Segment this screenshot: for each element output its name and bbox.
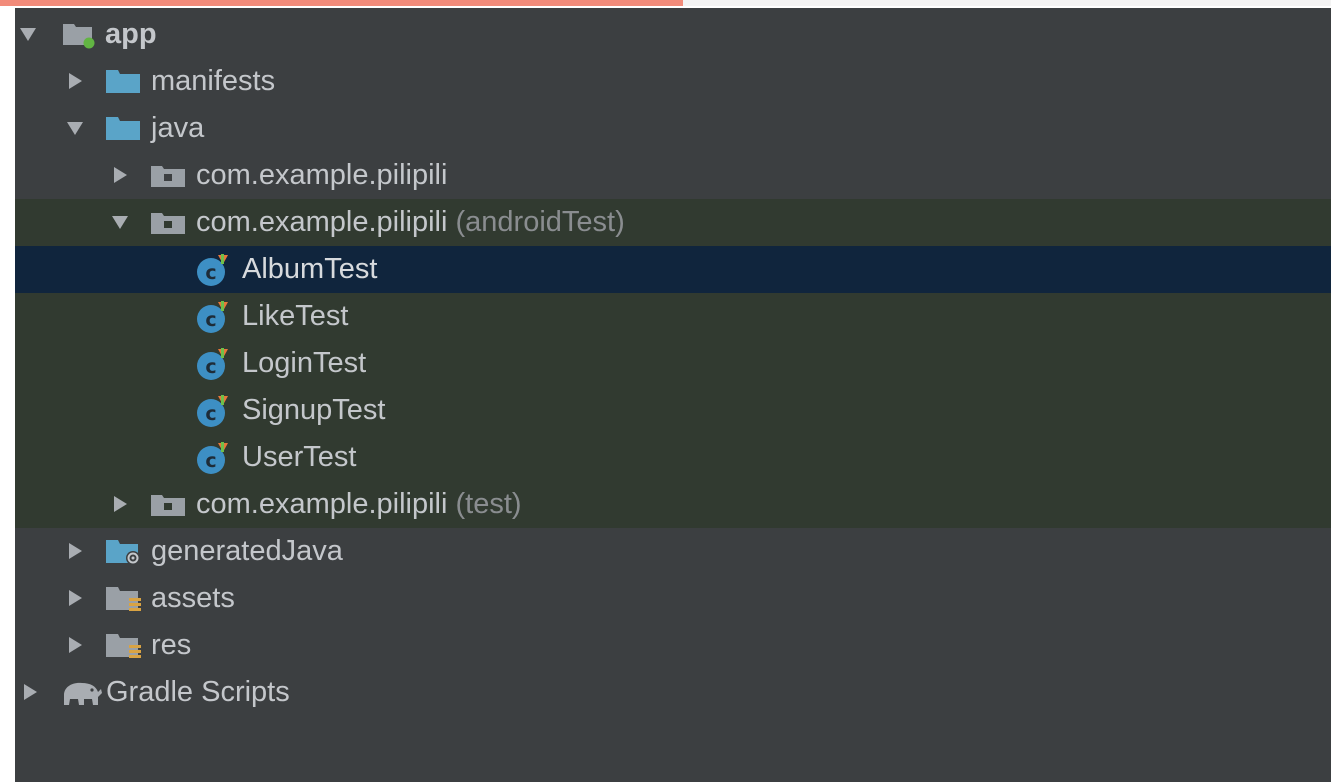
folder-icon (105, 113, 141, 143)
chevron-right-icon[interactable] (64, 634, 86, 656)
tree-node-package-test[interactable]: com.example.pilipili (test) (15, 481, 1331, 528)
tree-node-class-user-test[interactable]: c UserTest (15, 434, 1331, 481)
source-set-suffix: (androidTest) (455, 206, 625, 238)
tree-node-label: SignupTest (242, 394, 386, 426)
tree-node-label: generatedJava (151, 535, 343, 567)
gradle-elephant-icon (60, 677, 104, 709)
svg-text:c: c (205, 309, 216, 331)
tree-node-res[interactable]: res (15, 622, 1331, 669)
tree-node-label: UserTest (242, 441, 357, 473)
tree-node-label: Gradle Scripts (106, 676, 290, 708)
svg-text:c: c (205, 356, 216, 378)
test-class-icon: c (195, 253, 231, 287)
tree-node-label: res (151, 629, 192, 661)
tree-node-manifests[interactable]: manifests (15, 58, 1331, 105)
tree-node-label: AlbumTest (242, 253, 378, 285)
resource-folder-icon (105, 583, 143, 615)
tree-node-label: com.example.pilipili (androidTest) (196, 206, 625, 238)
tree-node-class-signup-test[interactable]: c SignupTest (15, 387, 1331, 434)
tree-node-label: assets (151, 582, 235, 614)
tree-node-label: LikeTest (242, 300, 349, 332)
svg-text:c: c (205, 403, 216, 425)
folder-icon (105, 66, 141, 96)
chevron-down-icon[interactable] (17, 23, 39, 45)
tree-node-app[interactable]: app (15, 11, 1331, 58)
test-class-icon: c (195, 300, 231, 334)
resource-folder-icon (105, 630, 143, 662)
chevron-right-icon[interactable] (64, 70, 86, 92)
package-icon (150, 208, 186, 236)
tree-node-generated-java[interactable]: generatedJava (15, 528, 1331, 575)
chevron-right-icon[interactable] (64, 587, 86, 609)
tree-node-gradle-scripts[interactable]: Gradle Scripts (15, 669, 1331, 716)
package-icon (150, 161, 186, 189)
svg-text:c: c (205, 262, 216, 284)
test-class-icon: c (195, 441, 231, 475)
tree-node-class-album-test[interactable]: c AlbumTest (15, 246, 1331, 293)
chevron-right-icon[interactable] (64, 540, 86, 562)
tree-node-label: java (151, 112, 205, 144)
svg-text:c: c (205, 450, 216, 472)
tree-node-label: LoginTest (242, 347, 367, 379)
tree-node-label: app (105, 18, 157, 50)
chevron-down-icon[interactable] (64, 117, 86, 139)
tree-node-package-android-test[interactable]: com.example.pilipili (androidTest) (15, 199, 1331, 246)
tree-node-java[interactable]: java (15, 105, 1331, 152)
top-accent-bar (0, 0, 683, 6)
tree-node-class-like-test[interactable]: c LikeTest (15, 293, 1331, 340)
test-class-icon: c (195, 394, 231, 428)
project-tree-panel: app manifests java com.example.pilipili (15, 8, 1331, 782)
chevron-right-icon[interactable] (19, 681, 41, 703)
chevron-down-icon[interactable] (109, 211, 131, 233)
tree-node-label: manifests (151, 65, 276, 97)
tree-node-package-main[interactable]: com.example.pilipili (15, 152, 1331, 199)
chevron-right-icon[interactable] (109, 164, 131, 186)
chevron-right-icon[interactable] (109, 493, 131, 515)
source-set-suffix: (test) (455, 488, 522, 520)
generated-folder-icon (105, 536, 143, 566)
tree-node-assets[interactable]: assets (15, 575, 1331, 622)
test-class-icon: c (195, 347, 231, 381)
tree-node-class-login-test[interactable]: c LoginTest (15, 340, 1331, 387)
top-bar-background (683, 0, 1331, 6)
package-icon (150, 490, 186, 518)
tree-node-label: com.example.pilipili (test) (196, 488, 522, 520)
module-folder-icon (62, 19, 96, 49)
tree-node-label: com.example.pilipili (196, 159, 448, 191)
